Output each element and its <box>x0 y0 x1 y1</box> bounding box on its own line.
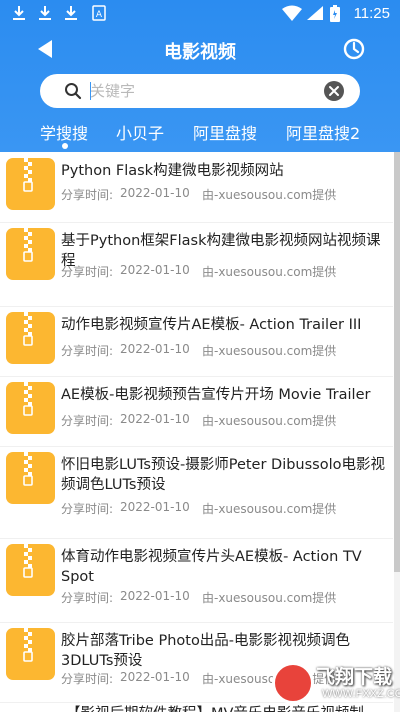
result-title: 体育动作电影视频宣传片头AE模板- Action TV Spot <box>61 549 362 585</box>
share-time-label: 分享时间: <box>61 591 114 605</box>
share-date: 2022-01-10 <box>120 670 190 684</box>
list-item[interactable]: 怀旧电影LUTs预设-摄影师Peter Dibussolo电影视频调色LUTs预… <box>0 448 393 520</box>
source-text: 由-xuesousou.com提供 <box>202 188 337 202</box>
list-divider <box>0 622 393 623</box>
list-item[interactable]: Python Flask构建微电影视频网站 分享时间: 2022-01-10 由-xu… <box>0 154 393 226</box>
share-time-label: 分享时间: <box>61 502 114 516</box>
download-icon <box>13 6 25 20</box>
source-text: 由-xuesousou.com提供 <box>202 414 337 428</box>
app-header: A 11:25 电影视频 学搜搜 小贝子 阿里盘搜 阿里盘搜2 <box>0 0 400 152</box>
zip-file-icon <box>6 158 55 210</box>
result-title: 怀旧电影LUTs预设-摄影师Peter Dibussolo电影视频调色LUTs预… <box>61 457 386 493</box>
search-icon[interactable] <box>64 82 82 100</box>
page-title: 电影视频 <box>164 42 236 63</box>
tab-xuesousou[interactable]: 学搜搜 <box>40 120 88 144</box>
share-date: 2022-01-10 <box>120 342 190 356</box>
list-item[interactable]: 基于Python框架Flask构建微电影视频网站视频课程 分享时间: 2022-01… <box>0 224 393 296</box>
list-divider <box>0 538 393 539</box>
tab-alipansou-2[interactable]: 阿里盘搜2 <box>286 120 360 144</box>
active-tab-indicator <box>62 143 68 149</box>
share-date: 2022-01-10 <box>120 500 190 514</box>
zip-file-icon <box>6 382 55 434</box>
download-icon <box>39 6 51 20</box>
source-text: 由-xuesousou.com提供 <box>202 344 337 358</box>
share-date: 2022-01-10 <box>120 589 190 603</box>
result-title: 动作电影视频宣传片AE模板- Action Trailer III <box>61 317 362 333</box>
signal-icon <box>307 6 323 20</box>
download-icon <box>65 6 77 20</box>
site-watermark: 飞翔下载 WWW.FXXZ.COM <box>272 660 400 708</box>
share-time-label: 分享时间: <box>61 344 114 358</box>
share-time-label: 分享时间: <box>61 414 114 428</box>
zip-file-icon <box>6 628 55 680</box>
result-title: Python Flask构建微电影视频网站 <box>61 163 284 179</box>
share-time-label: 分享时间: <box>61 265 114 279</box>
share-date: 2022-01-10 <box>120 186 190 200</box>
source-text: 由-xuesousou.com提供 <box>202 265 337 279</box>
list-item[interactable]: AE模板-电影视频预告宣传片开场 Movie Trailer 分享时间: 2022-… <box>0 378 393 450</box>
zip-file-icon <box>6 544 55 596</box>
watermark-logo-icon <box>272 662 314 704</box>
search-bar <box>40 74 360 108</box>
list-divider <box>0 446 393 447</box>
source-tabs: 学搜搜 小贝子 阿里盘搜 阿里盘搜2 <box>0 116 400 152</box>
list-divider <box>0 222 393 223</box>
source-text: 由-xuesousou.com提供 <box>202 591 337 605</box>
tab-alipansou[interactable]: 阿里盘搜 <box>193 120 257 144</box>
wifi-icon <box>282 5 302 21</box>
share-time-label: 分享时间: <box>61 672 114 686</box>
battery-icon <box>330 5 340 22</box>
clear-icon[interactable] <box>324 81 344 101</box>
list-item[interactable]: 体育动作电影视频宣传片头AE模板- Action TV Spot 分享时间: 202… <box>0 540 393 612</box>
search-input[interactable] <box>90 78 300 104</box>
watermark-url: WWW.FXXZ.COM <box>322 688 400 700</box>
clock-icon[interactable] <box>342 37 366 61</box>
status-time: 11:25 <box>353 5 390 22</box>
list-divider <box>0 376 393 377</box>
zip-file-icon <box>6 312 55 364</box>
tab-xiaobeizi[interactable]: 小贝子 <box>116 120 164 144</box>
zip-file-icon <box>6 452 55 504</box>
share-time-label: 分享时间: <box>61 188 114 202</box>
title-bar: 电影视频 <box>0 28 400 72</box>
list-item[interactable]: 动作电影视频宣传片AE模板- Action Trailer III 分享时间: 20… <box>0 308 393 380</box>
svg-text:A: A <box>96 10 103 20</box>
result-title: AE模板-电影视频预告宣传片开场 Movie Trailer <box>61 387 371 403</box>
scrollbar-thumb[interactable] <box>394 152 400 572</box>
zip-file-icon <box>6 228 55 280</box>
source-text: 由-xuesousou.com提供 <box>202 502 337 516</box>
list-divider <box>0 306 393 307</box>
share-date: 2022-01-10 <box>120 412 190 426</box>
share-date: 2022-01-10 <box>120 263 190 277</box>
text-caret <box>90 82 91 100</box>
result-list: Python Flask构建微电影视频网站 分享时间: 2022-01-10 由-xu… <box>0 152 400 712</box>
a-badge-icon: A <box>92 5 106 21</box>
watermark-text: 飞翔下载 <box>316 666 393 688</box>
status-bar: A 11:25 <box>0 0 400 28</box>
